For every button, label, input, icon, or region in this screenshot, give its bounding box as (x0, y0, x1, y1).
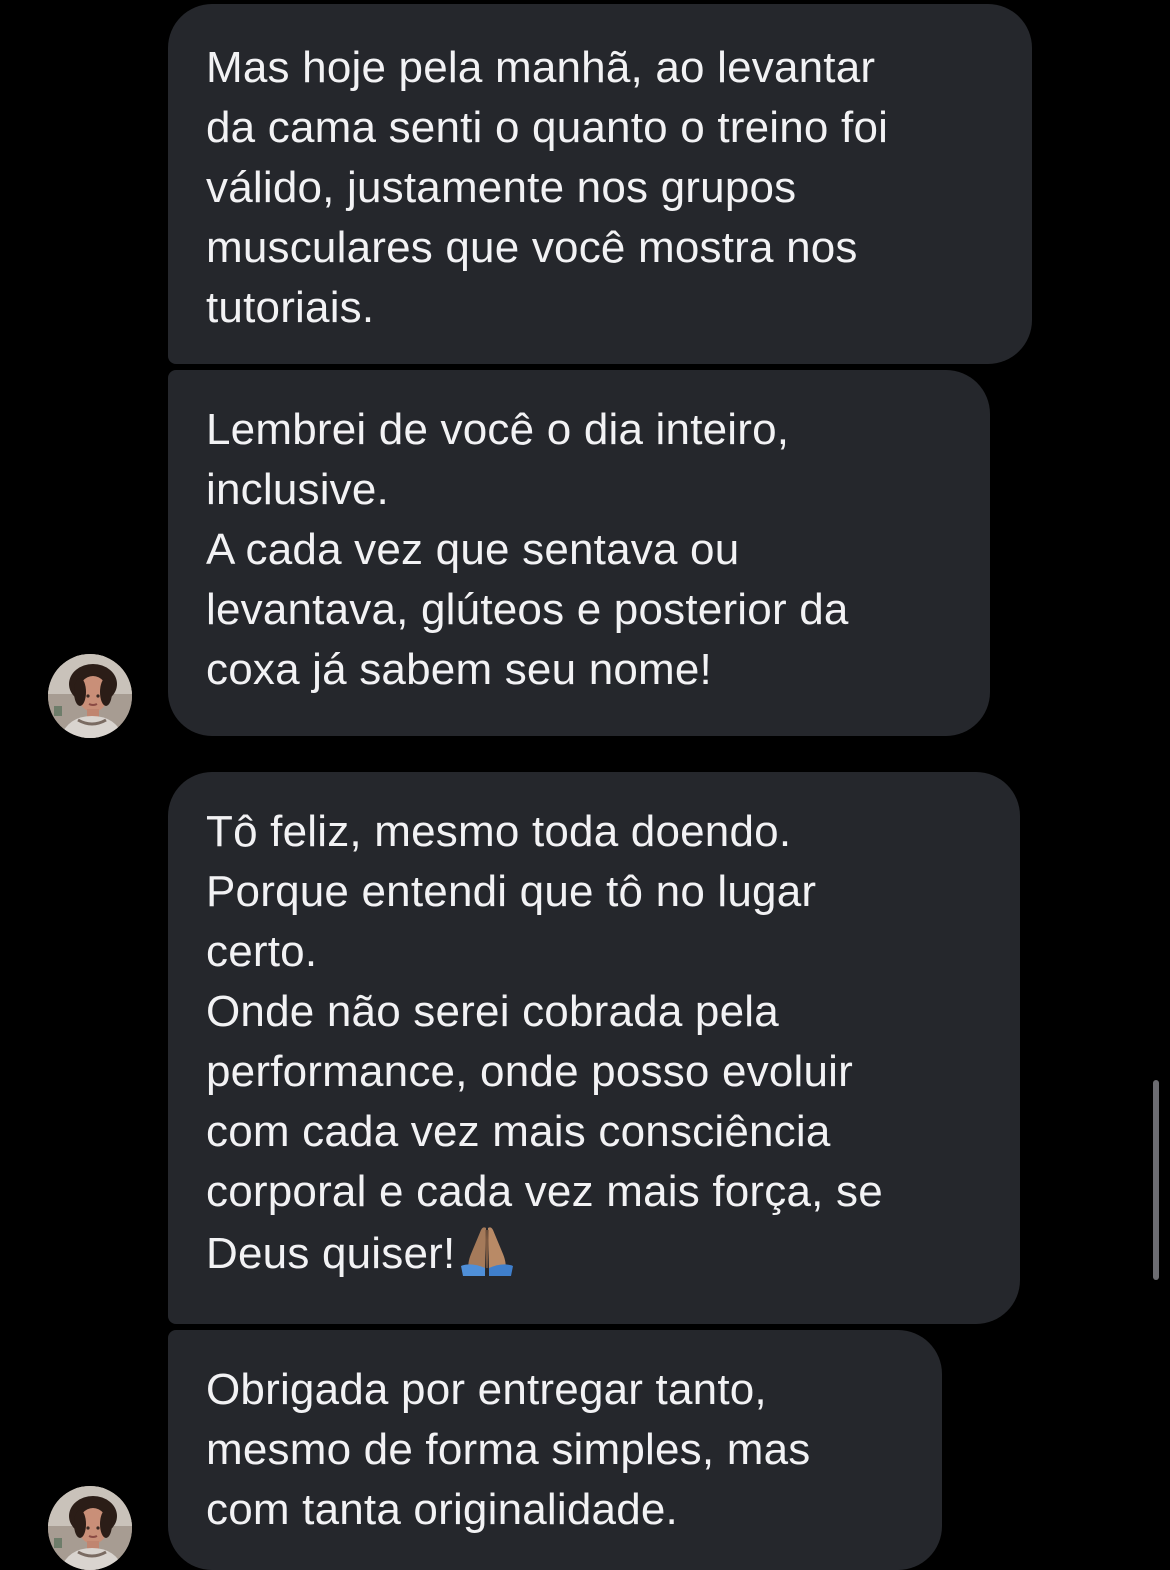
sender-avatar[interactable] (48, 654, 132, 738)
message-bubble[interactable]: Tô feliz, mesmo toda doendo. Porque ente… (168, 772, 1020, 1324)
message-text-line: inclusive. (206, 465, 389, 514)
message-text-line: Mas hoje pela manhã, ao levantar (206, 43, 876, 92)
message-text-line: Porque entendi que tô no lugar (206, 867, 817, 916)
message-text-line: coxa já sabem seu nome! (206, 645, 712, 694)
message-text-line: performance, onde posso evoluir (206, 1047, 854, 1096)
avatar-photo-icon (48, 654, 132, 738)
message-text-line: com tanta originalidade. (206, 1485, 678, 1534)
praying-hands-icon (461, 1227, 514, 1276)
message-text-line: A cada vez que sentava ou (206, 525, 740, 574)
message-text-line: certo. (206, 927, 318, 976)
avatar-photo-icon (48, 1486, 132, 1570)
message-text-line: musculares que você mostra nos (206, 223, 858, 272)
sender-avatar[interactable] (48, 1486, 132, 1570)
message-text-line: tutoriais. (206, 283, 375, 332)
message-text-line: levantava, glúteos e posterior da (206, 585, 849, 634)
message-text-line: Lembrei de você o dia inteiro, (206, 405, 790, 454)
message-text-line: válido, justamente nos grupos (206, 163, 797, 212)
message-text-line: Tô feliz, mesmo toda doendo. (206, 807, 792, 856)
message-thread[interactable]: Mas hoje pela manhã, ao levantar da cama… (0, 0, 1170, 1570)
message-text-line: mesmo de forma simples, mas (206, 1425, 811, 1474)
message-bubble[interactable]: Obrigada por entregar tanto, mesmo de fo… (168, 1330, 942, 1570)
message-text-line: corporal e cada vez mais força, se (206, 1167, 883, 1216)
message-bubble[interactable]: Mas hoje pela manhã, ao levantar da cama… (168, 4, 1032, 364)
message-text-line-with-emoji: Deus quiser! (206, 1222, 984, 1284)
message-bubble[interactable]: Lembrei de você o dia inteiro, inclusive… (168, 370, 990, 736)
message-text-line: Obrigada por entregar tanto, (206, 1365, 767, 1414)
message-text-line: da cama senti o quanto o treino foi (206, 103, 889, 152)
message-text: Deus quiser! (206, 1229, 456, 1278)
message-text-line: Onde não serei cobrada pela (206, 987, 779, 1036)
message-text-line: com cada vez mais consciência (206, 1107, 831, 1156)
scrollbar-thumb[interactable] (1153, 1080, 1159, 1280)
